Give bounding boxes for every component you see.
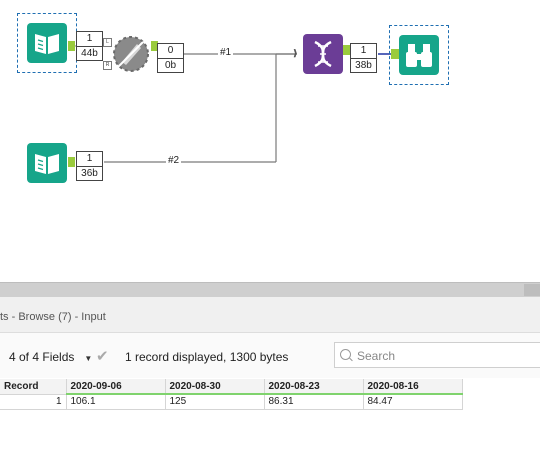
dna-icon bbox=[314, 40, 332, 68]
data-cell[interactable]: 125 bbox=[165, 394, 265, 410]
data-cell[interactable]: 86.31 bbox=[264, 394, 364, 410]
column-header[interactable]: 2020-08-16 bbox=[363, 379, 463, 395]
wire-label-1: #1 bbox=[218, 47, 234, 58]
badge-input-2: 1 36b bbox=[76, 151, 103, 181]
input-data-tool-2[interactable] bbox=[27, 143, 67, 183]
input-anchor-browse[interactable] bbox=[391, 49, 399, 59]
panel-splitter[interactable] bbox=[0, 282, 540, 297]
badge-input-1: 1 44b bbox=[76, 31, 103, 61]
table-row[interactable]: 1 106.1 125 86.31 84.47 bbox=[0, 394, 463, 410]
badge-size: 44b bbox=[81, 48, 98, 59]
data-cell[interactable]: 84.47 bbox=[363, 394, 463, 410]
checkmark-icon[interactable]: ✔ bbox=[96, 347, 109, 365]
join-tool[interactable] bbox=[111, 34, 151, 74]
workflow-canvas[interactable]: 1 44b L R 0 0b #1 1 36b #2 ⟩⟩⟩ 1 38b bbox=[0, 0, 540, 282]
badge-size: 36b bbox=[81, 168, 98, 179]
badge-size: 0b bbox=[164, 60, 177, 71]
browse-tool[interactable] bbox=[399, 35, 439, 75]
wire-label-2: #2 bbox=[166, 155, 182, 166]
output-anchor-transpose[interactable] bbox=[343, 45, 350, 55]
results-panel-title: ts - Browse (7) - Input bbox=[0, 311, 106, 323]
multi-input-chevron-icon: ⟩⟩⟩ bbox=[293, 48, 297, 58]
badge-count: 0 bbox=[158, 44, 183, 59]
splitter-thumb[interactable] bbox=[524, 284, 540, 296]
grid-header-row: Record 2020-09-06 2020-08-30 2020-08-23 … bbox=[0, 379, 463, 395]
badge-count: 1 bbox=[77, 152, 102, 167]
transpose-tool[interactable] bbox=[303, 34, 343, 74]
results-grid: Record 2020-09-06 2020-08-30 2020-08-23 … bbox=[0, 379, 463, 410]
column-header[interactable]: 2020-08-30 bbox=[165, 379, 265, 395]
data-cell[interactable]: 106.1 bbox=[66, 394, 166, 410]
search-icon bbox=[340, 349, 351, 360]
badge-count: 1 bbox=[77, 32, 102, 47]
output-anchor-input-1[interactable] bbox=[68, 41, 75, 51]
output-anchor-input-2[interactable] bbox=[68, 157, 75, 167]
join-icon-disabled bbox=[113, 36, 149, 72]
search-input[interactable] bbox=[355, 346, 540, 366]
fields-dropdown[interactable]: 4 of 4 Fields ▼ bbox=[9, 350, 92, 364]
caret-down-icon: ▼ bbox=[84, 354, 93, 363]
column-header[interactable]: 2020-08-23 bbox=[264, 379, 364, 395]
results-toolbar: 4 of 4 Fields ▼ ✔ 1 record displayed, 130… bbox=[0, 333, 540, 378]
book-icon bbox=[35, 154, 59, 174]
badge-size: 38b bbox=[355, 60, 372, 71]
badge-count: 1 bbox=[351, 44, 376, 59]
input-data-tool-1[interactable] bbox=[27, 23, 67, 63]
column-header[interactable]: 2020-09-06 bbox=[66, 379, 166, 395]
search-box[interactable] bbox=[334, 342, 540, 368]
badge-transpose: 1 38b bbox=[350, 43, 377, 73]
fields-dropdown-label: 4 of 4 Fields bbox=[9, 350, 75, 364]
book-icon bbox=[35, 34, 59, 54]
binoculars-icon bbox=[406, 44, 432, 67]
column-header-record[interactable]: Record bbox=[0, 379, 67, 395]
record-number-cell[interactable]: 1 bbox=[0, 394, 67, 410]
results-panel-header: ts - Browse (7) - Input bbox=[0, 297, 540, 333]
badge-join: 0 0b bbox=[157, 43, 184, 73]
records-summary: 1 record displayed, 1300 bytes bbox=[125, 350, 289, 364]
